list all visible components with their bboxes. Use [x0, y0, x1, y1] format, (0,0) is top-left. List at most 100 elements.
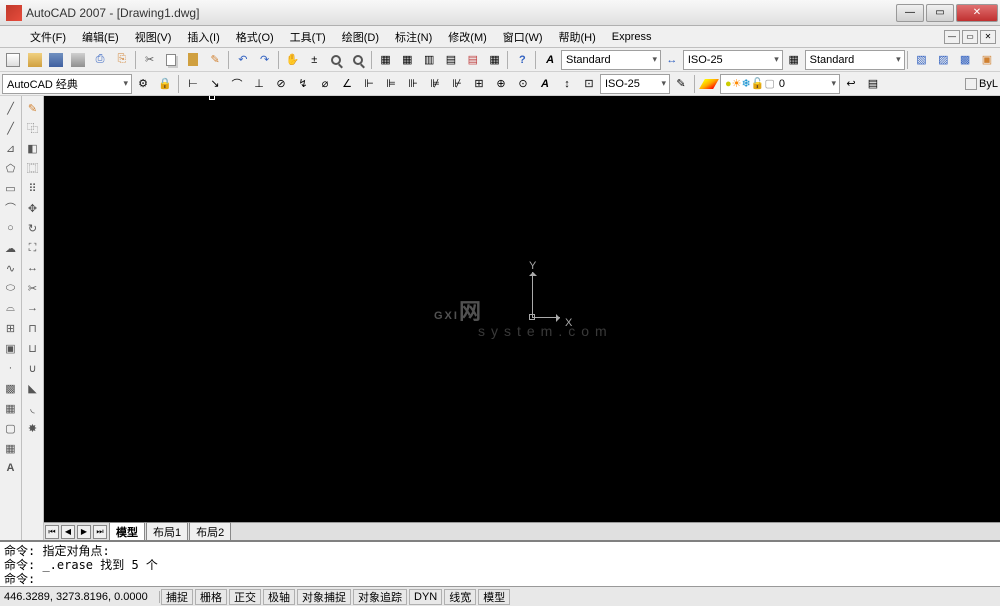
preview-button[interactable]: ⎙ — [90, 50, 110, 70]
dim-radius-icon[interactable]: ⊘ — [271, 74, 291, 94]
dim-update-icon[interactable]: ⊡ — [579, 74, 599, 94]
ellipse-arc-icon[interactable]: ⌓ — [2, 299, 20, 317]
drawing-viewport[interactable]: GXI网 system.com Y X — [44, 96, 1000, 522]
stretch-icon[interactable]: ↔ — [24, 259, 42, 277]
dim-ordinate-icon[interactable]: ⊥ — [249, 74, 269, 94]
help-button[interactable]: ? — [512, 50, 532, 70]
tab-prev[interactable]: ◀ — [61, 525, 75, 539]
spline-icon[interactable]: ∿ — [2, 259, 20, 277]
array-icon[interactable]: ⠿ — [24, 179, 42, 197]
close-button[interactable]: ✕ — [956, 4, 998, 22]
command-window[interactable]: 命令: 指定对角点: 命令: _.erase 找到 5 个 命令: — [0, 540, 1000, 586]
table-icon[interactable]: ▦ — [784, 50, 804, 70]
paste-button[interactable] — [183, 50, 203, 70]
menu-view[interactable]: 视图(V) — [127, 27, 180, 47]
ws-lock-icon[interactable]: 🔒 — [155, 74, 175, 94]
trim-icon[interactable]: ✂ — [24, 279, 42, 297]
calc-button[interactable]: ▦ — [485, 50, 505, 70]
dim-aligned-icon[interactable]: ↘ — [205, 74, 225, 94]
mdi-close[interactable]: ✕ — [980, 30, 996, 44]
undo-button[interactable]: ↶ — [233, 50, 253, 70]
mdi-minimize[interactable]: — — [944, 30, 960, 44]
layer-combo[interactable]: ●☀❄🔓▢ 0 — [720, 74, 840, 94]
workspace-combo[interactable]: AutoCAD 经典 — [2, 74, 132, 94]
region-icon[interactable]: ▢ — [2, 419, 20, 437]
tab-first[interactable]: ⏮ — [45, 525, 59, 539]
ws-settings-icon[interactable]: ⚙ — [133, 74, 153, 94]
block-icon-1[interactable]: ▧ — [912, 50, 932, 70]
dim-quick-icon[interactable]: ⊩ — [359, 74, 379, 94]
center-mark-icon[interactable]: ⊕ — [491, 74, 511, 94]
save-button[interactable] — [47, 50, 67, 70]
mtext-icon[interactable]: A — [2, 459, 20, 477]
fillet-icon[interactable]: ◟ — [24, 399, 42, 417]
menu-format[interactable]: 格式(O) — [228, 27, 282, 47]
lwt-toggle[interactable]: 线宽 — [444, 589, 476, 605]
dim-break-icon[interactable]: ⊮ — [447, 74, 467, 94]
copy-obj-icon[interactable]: ⿻ — [24, 119, 42, 137]
dim-style-combo[interactable]: ISO-25 — [683, 50, 783, 70]
zoom-button[interactable] — [326, 50, 346, 70]
dim-baseline-icon[interactable]: ⊫ — [381, 74, 401, 94]
markup-button[interactable]: ▤ — [463, 50, 483, 70]
tab-next[interactable]: ▶ — [77, 525, 91, 539]
match-button[interactable]: ✎ — [205, 50, 225, 70]
chamfer-icon[interactable]: ◣ — [24, 379, 42, 397]
xref-icon[interactable]: ▣ — [977, 50, 997, 70]
extend-icon[interactable]: → — [24, 299, 42, 317]
snap-toggle[interactable]: 捕捉 — [161, 589, 193, 605]
dcenter-button[interactable]: ▦ — [397, 50, 417, 70]
dim-style-combo-2[interactable]: ISO-25 — [600, 74, 670, 94]
block-icon-2[interactable]: ▨ — [933, 50, 953, 70]
new-button[interactable] — [3, 50, 23, 70]
toolpal-button[interactable]: ▥ — [419, 50, 439, 70]
plot-button[interactable] — [68, 50, 88, 70]
xline-icon[interactable]: ╱ — [2, 119, 20, 137]
menu-modify[interactable]: 修改(M) — [440, 27, 495, 47]
menu-window[interactable]: 窗口(W) — [495, 27, 551, 47]
tab-layout1[interactable]: 布局1 — [146, 522, 188, 540]
menu-help[interactable]: 帮助(H) — [551, 27, 604, 47]
tab-last[interactable]: ⏭ — [93, 525, 107, 539]
menu-express[interactable]: Express — [604, 29, 660, 45]
copy-button[interactable] — [162, 50, 182, 70]
make-block-icon[interactable]: ▣ — [2, 339, 20, 357]
gradient-icon[interactable]: ▦ — [2, 399, 20, 417]
dim-linear-icon[interactable]: ⊢ — [183, 74, 203, 94]
model-toggle[interactable]: 模型 — [478, 589, 510, 605]
cut-button[interactable]: ✂ — [140, 50, 160, 70]
zoom-rt-button[interactable]: ± — [304, 50, 324, 70]
coords-display[interactable]: 446.3289, 3273.8196, 0.0000 — [0, 591, 160, 603]
layer-states-icon[interactable]: ▤ — [863, 74, 883, 94]
explode-icon[interactable]: ✸ — [24, 419, 42, 437]
rectangle-icon[interactable]: ▭ — [2, 179, 20, 197]
ellipse-icon[interactable]: ⬭ — [2, 279, 20, 297]
circle-icon[interactable]: ○ — [2, 219, 20, 237]
bylayer-check[interactable] — [965, 78, 977, 90]
rotate-icon[interactable]: ↻ — [24, 219, 42, 237]
tab-layout2[interactable]: 布局2 — [189, 522, 231, 540]
zoom-prev-button[interactable] — [348, 50, 368, 70]
join-icon[interactable]: ∪ — [24, 359, 42, 377]
inspect-icon[interactable]: ⊙ — [513, 74, 533, 94]
dim-override-icon[interactable]: ✎ — [671, 74, 691, 94]
dim-angular-icon[interactable]: ∠ — [337, 74, 357, 94]
menu-file[interactable]: 文件(F) — [22, 27, 74, 47]
sheetset-button[interactable]: ▤ — [441, 50, 461, 70]
ortho-toggle[interactable]: 正交 — [229, 589, 261, 605]
pline-icon[interactable]: ⊿ — [2, 139, 20, 157]
break-pt-icon[interactable]: ⊓ — [24, 319, 42, 337]
menu-tools[interactable]: 工具(T) — [282, 27, 334, 47]
table-icon[interactable]: ▦ — [2, 439, 20, 457]
grid-toggle[interactable]: 栅格 — [195, 589, 227, 605]
layers-icon[interactable] — [699, 74, 719, 94]
properties-button[interactable]: ▦ — [376, 50, 396, 70]
menu-insert[interactable]: 插入(I) — [179, 27, 227, 47]
otrack-toggle[interactable]: 对象追踪 — [353, 589, 407, 605]
dim-edit-icon[interactable]: A — [535, 74, 555, 94]
menu-draw[interactable]: 绘图(D) — [334, 27, 387, 47]
polar-toggle[interactable]: 极轴 — [263, 589, 295, 605]
publish-button[interactable]: ⎘ — [112, 50, 132, 70]
block-icon-3[interactable]: ▩ — [955, 50, 975, 70]
menu-edit[interactable]: 编辑(E) — [74, 27, 127, 47]
